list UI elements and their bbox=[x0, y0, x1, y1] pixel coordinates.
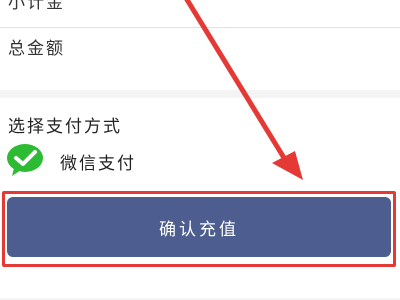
payment-method-title: 选择支付方式 bbox=[8, 117, 122, 137]
subtotal-label: 小计金 bbox=[8, 0, 65, 13]
confirm-recharge-button[interactable]: 确认充值 bbox=[7, 197, 391, 257]
total-amount-label: 总金额 bbox=[8, 39, 65, 59]
divider bbox=[0, 27, 400, 28]
wechat-check-icon bbox=[7, 144, 43, 176]
summary-card: 小计金 总金额 bbox=[0, 0, 400, 90]
wechat-pay-label: 微信支付 bbox=[60, 154, 136, 174]
confirm-recharge-label: 确认充值 bbox=[159, 219, 239, 240]
